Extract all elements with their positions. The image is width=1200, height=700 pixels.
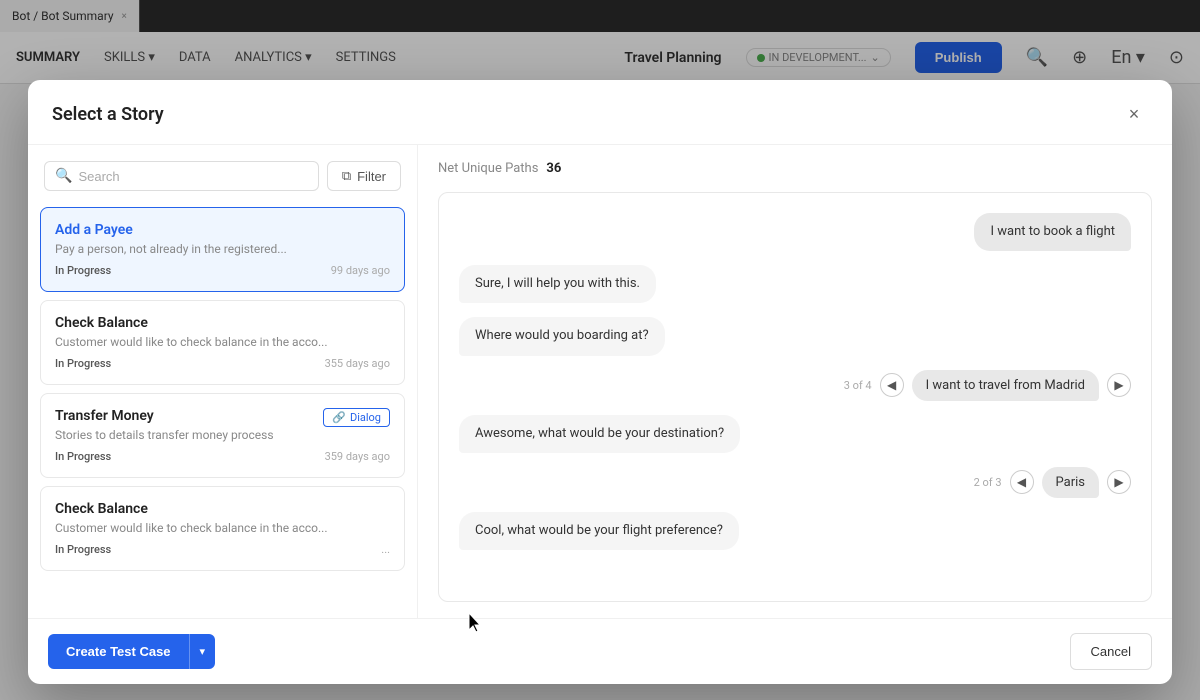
dialog-link-icon: 🔗 (332, 411, 346, 424)
filter-icon: ⧉ (342, 168, 351, 184)
story-description: Pay a person, not already in the registe… (55, 242, 390, 256)
search-input[interactable] (78, 169, 307, 184)
story-days-ago: 359 days ago (325, 450, 390, 463)
story-meta: In Progress ... (55, 543, 390, 556)
story-days-ago: 99 days ago (331, 264, 390, 277)
nav-next-1[interactable]: ▶ (1107, 373, 1131, 397)
modal-title: Select a Story (52, 104, 164, 125)
chat-message-bot-4: Cool, what would be your flight preferen… (459, 512, 739, 550)
user-nav-input-1: 3 of 4 ◀ I want to travel from Madrid ▶ (459, 370, 1131, 401)
story-card-add-payee[interactable]: Add a Payee Pay a person, not already in… (40, 207, 405, 292)
cancel-button[interactable]: Cancel (1070, 633, 1152, 670)
paths-label: Net Unique Paths (438, 161, 538, 176)
modal-close-button[interactable]: × (1120, 100, 1148, 128)
story-description: Stories to details transfer money proces… (55, 428, 390, 442)
story-meta: In Progress 359 days ago (55, 450, 390, 463)
nav-prev-1[interactable]: ◀ (880, 373, 904, 397)
story-status: In Progress (55, 450, 111, 463)
story-description: Customer would like to check balance in … (55, 521, 390, 535)
filter-button[interactable]: ⧉ Filter (327, 161, 401, 191)
story-days-ago: ... (381, 543, 390, 556)
story-title: Add a Payee (55, 222, 390, 238)
modal-header: Select a Story × (28, 80, 1172, 145)
story-card-check-balance-2[interactable]: Check Balance Customer would like to che… (40, 486, 405, 571)
paths-count: 36 (546, 161, 561, 176)
story-title: Check Balance (55, 315, 390, 331)
user-input-bubble-1: I want to travel from Madrid (912, 370, 1099, 401)
user-input-bubble-2: Paris (1042, 467, 1099, 498)
dialog-badge: 🔗 Dialog (323, 408, 390, 427)
story-description: Customer would like to check balance in … (55, 335, 390, 349)
story-meta: In Progress 99 days ago (55, 264, 390, 277)
search-icon: 🔍 (55, 168, 72, 184)
user-nav-input-2: 2 of 3 ◀ Paris ▶ (459, 467, 1131, 498)
stories-list: Add a Payee Pay a person, not already in… (28, 203, 417, 618)
chat-area[interactable]: I want to book a flight Sure, I will hel… (438, 192, 1152, 602)
nav-next-2[interactable]: ▶ (1107, 470, 1131, 494)
input-counter-1: 3 of 4 (844, 379, 872, 392)
story-status: In Progress (55, 357, 111, 370)
chat-message-bot-3: Awesome, what would be your destination? (459, 415, 740, 453)
chat-message-bot-1: Sure, I will help you with this. (459, 265, 656, 303)
create-dropdown-button[interactable]: ▾ (189, 634, 216, 669)
search-filter-row: 🔍 ⧉ Filter (28, 145, 417, 203)
chat-message-user-1: I want to book a flight (974, 213, 1131, 251)
story-status: In Progress (55, 543, 111, 556)
stories-left-panel: 🔍 ⧉ Filter Add a Payee Pay a person, not… (28, 145, 418, 618)
story-card-transfer-money[interactable]: 🔗 Dialog Transfer Money Stories to detai… (40, 393, 405, 478)
dialog-badge-label: Dialog (350, 411, 381, 424)
modal-footer: Create Test Case ▾ Cancel (28, 618, 1172, 684)
chat-right-panel: Net Unique Paths 36 I want to book a fli… (418, 145, 1172, 618)
paths-header: Net Unique Paths 36 (438, 161, 1152, 176)
create-test-case-button[interactable]: Create Test Case (48, 634, 189, 669)
nav-prev-2[interactable]: ◀ (1010, 470, 1034, 494)
create-test-case-group: Create Test Case ▾ (48, 634, 215, 669)
filter-label: Filter (357, 169, 386, 184)
modal-body: 🔍 ⧉ Filter Add a Payee Pay a person, not… (28, 145, 1172, 618)
story-card-check-balance-1[interactable]: Check Balance Customer would like to che… (40, 300, 405, 385)
story-status: In Progress (55, 264, 111, 277)
chat-message-bot-2: Where would you boarding at? (459, 317, 665, 355)
story-meta: In Progress 355 days ago (55, 357, 390, 370)
search-box[interactable]: 🔍 (44, 161, 319, 191)
story-title: Check Balance (55, 501, 390, 517)
story-days-ago: 355 days ago (325, 357, 390, 370)
input-counter-2: 2 of 3 (974, 476, 1002, 489)
select-story-modal: Select a Story × 🔍 ⧉ Filter Add a (28, 80, 1172, 684)
